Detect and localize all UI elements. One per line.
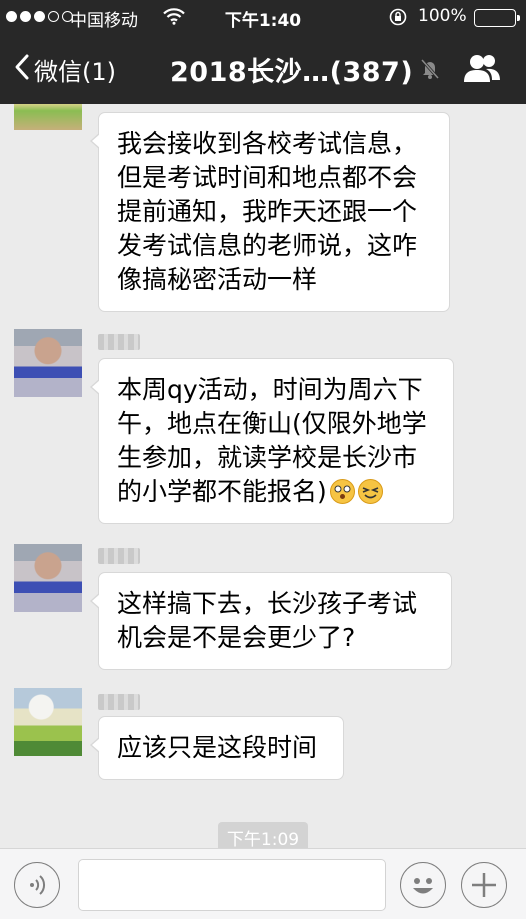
avatar[interactable]	[14, 329, 82, 397]
bell-muted-icon	[420, 58, 440, 84]
voice-button[interactable]	[14, 862, 60, 908]
more-button[interactable]	[461, 862, 507, 908]
time-divider-label: 下午1:09	[217, 822, 309, 848]
emoji-icon	[401, 878, 445, 910]
chat-title: 2018长沙…(387)	[170, 57, 414, 88]
group-members-icon	[462, 55, 502, 88]
battery-icon	[474, 9, 520, 27]
avatar[interactable]	[14, 104, 82, 130]
back-button[interactable]: 微信(1)	[14, 52, 116, 87]
chat-messages[interactable]: 我会接收到各校考试信息，但是考试时间和地点都不会提前通知，我昨天还跟一个发考试信…	[0, 104, 526, 848]
plus-icon	[462, 873, 506, 910]
chevron-left-icon	[14, 53, 30, 87]
input-bar	[0, 848, 526, 919]
message-bubble[interactable]: 这样搞下去，长沙孩子考试机会是不是会更少了?	[90, 572, 452, 670]
message-bubble[interactable]: 应该只是这段时间	[90, 716, 344, 780]
message-text: 这样搞下去，长沙孩子考试机会是不是会更少了?	[117, 589, 418, 652]
avatar[interactable]	[14, 688, 82, 756]
squint-face-emoji	[357, 479, 383, 504]
voice-icon	[15, 875, 59, 910]
message-bubble[interactable]: 本周qy活动，时间为周六下午，地点在衡山(仅限外地学生参加，就读学校是长沙市的小…	[90, 358, 454, 524]
nav-bar: 微信(1) 2018长沙…(387)	[0, 34, 526, 104]
message-input[interactable]	[78, 859, 386, 911]
back-label: 微信(1)	[34, 58, 116, 86]
message-text: 应该只是这段时间	[117, 733, 318, 762]
status-bar: 中国移动 下午1:40 100%	[0, 0, 526, 34]
message-bubble[interactable]: 我会接收到各校考试信息，但是考试时间和地点都不会提前通知，我昨天还跟一个发考试信…	[90, 112, 450, 312]
battery-percent: 100%	[418, 6, 467, 26]
sender-name	[98, 334, 140, 350]
group-members-button[interactable]	[462, 52, 502, 88]
time-divider: 下午1:09	[0, 822, 526, 848]
dizzy-face-emoji	[329, 479, 355, 504]
sender-name	[98, 548, 140, 564]
sender-name	[98, 694, 140, 710]
avatar[interactable]	[14, 544, 82, 612]
emoji-button[interactable]	[400, 862, 446, 908]
orientation-lock-icon	[389, 8, 407, 31]
message-text: 我会接收到各校考试信息，但是考试时间和地点都不会提前通知，我昨天还跟一个发考试信…	[117, 129, 418, 294]
